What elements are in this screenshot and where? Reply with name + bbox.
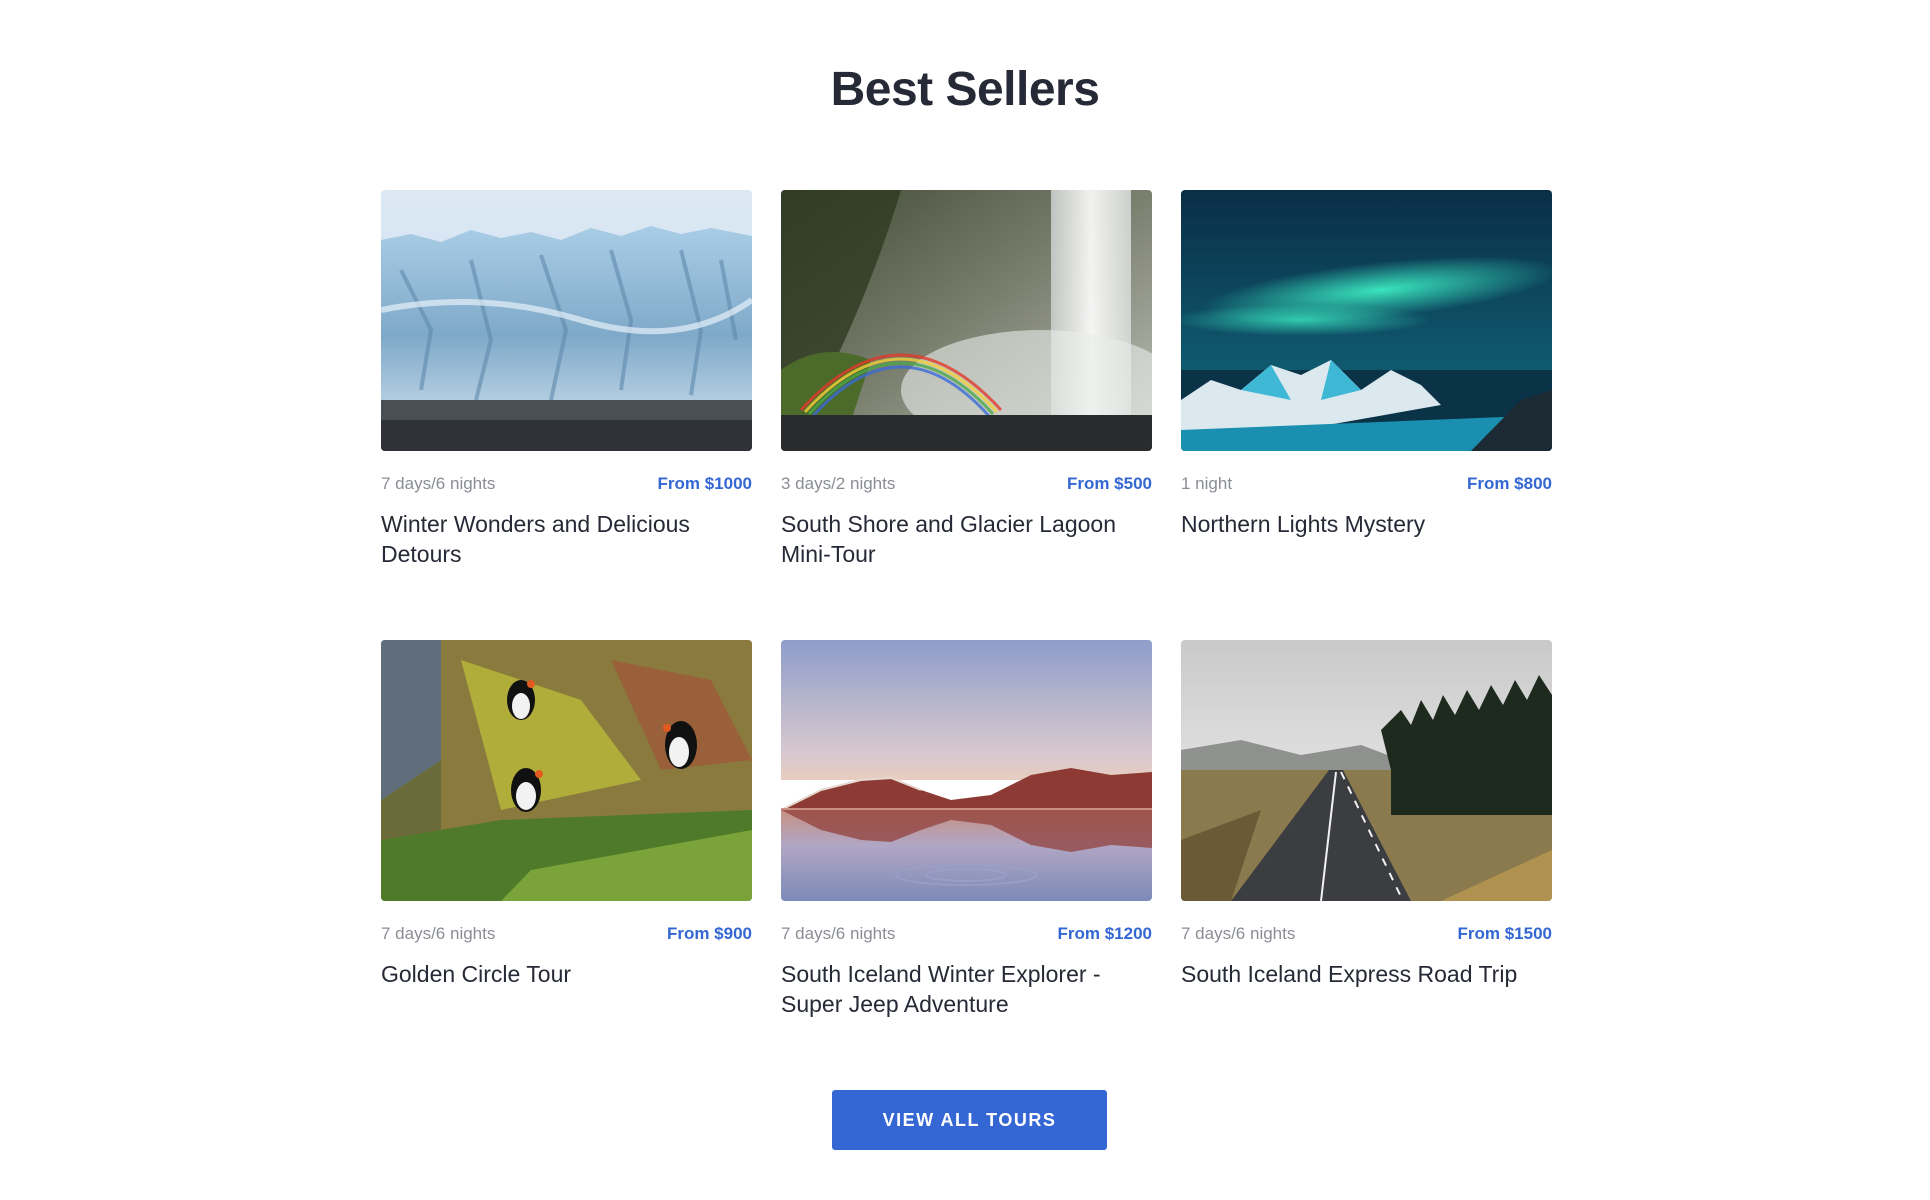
tour-duration: 7 days/6 nights: [1181, 924, 1296, 943]
tour-duration: 7 days/6 nights: [381, 474, 496, 493]
section-title: Best Sellers: [830, 63, 1100, 116]
tour-price: From $1500: [1457, 924, 1553, 943]
tour-meta: 3 days/2 nights From $500: [781, 473, 1152, 495]
tour-card[interactable]: 7 days/6 nights From $1500 South Iceland…: [1181, 640, 1552, 1020]
tour-card[interactable]: 7 days/6 nights From $900 Golden Circle …: [381, 640, 752, 1020]
tour-title-link[interactable]: Northern Lights Mystery: [1181, 509, 1552, 539]
tour-title-link[interactable]: Golden Circle Tour: [381, 959, 752, 989]
tour-duration: 7 days/6 nights: [781, 924, 896, 943]
tour-card[interactable]: 3 days/2 nights From $500 South Shore an…: [781, 190, 1152, 570]
tour-title-link[interactable]: Winter Wonders and Delicious Detours: [381, 509, 752, 569]
tour-duration: 3 days/2 nights: [781, 474, 896, 493]
tour-meta: 7 days/6 nights From $1000: [381, 473, 752, 495]
view-all-tours-button[interactable]: VIEW ALL TOURS: [832, 1090, 1107, 1150]
tour-image-road[interactable]: [1181, 640, 1552, 901]
tour-price: From $1000: [657, 474, 753, 493]
tour-price: From $500: [1066, 474, 1152, 493]
tour-card[interactable]: 1 night From $800 Northern Lights Myster…: [1181, 190, 1552, 570]
tour-duration: 1 night: [1181, 474, 1233, 493]
tour-price: From $900: [666, 924, 752, 943]
tour-image-northern-lights[interactable]: [1181, 190, 1552, 451]
tour-card[interactable]: 7 days/6 nights From $1000 Winter Wonder…: [381, 190, 752, 570]
tour-image-mountain-lake[interactable]: [781, 640, 1152, 901]
best-sellers-section: Best Sellers 7 days/6 nights From $1000 …: [0, 0, 1930, 1200]
tour-card[interactable]: 7 days/6 nights From $1200 South Iceland…: [781, 640, 1152, 1020]
tour-price: From $800: [1466, 474, 1552, 493]
tour-duration: 7 days/6 nights: [381, 924, 496, 943]
tour-meta: 7 days/6 nights From $1500: [1181, 923, 1552, 945]
tour-meta: 7 days/6 nights From $900: [381, 923, 752, 945]
tour-meta: 7 days/6 nights From $1200: [781, 923, 1152, 945]
tour-image-glacier[interactable]: [381, 190, 752, 451]
tour-grid: 7 days/6 nights From $1000 Winter Wonder…: [381, 190, 1552, 1020]
tour-image-puffins[interactable]: [381, 640, 752, 901]
tour-meta: 1 night From $800: [1181, 473, 1552, 495]
tour-title-link[interactable]: South Iceland Express Road Trip: [1181, 959, 1552, 989]
tour-title-link[interactable]: South Iceland Winter Explorer -Super Jee…: [781, 959, 1152, 1019]
tour-price: From $1200: [1057, 924, 1153, 943]
tour-title-link[interactable]: South Shore and Glacier Lagoon Mini-Tour: [781, 509, 1152, 569]
tour-image-waterfall[interactable]: [781, 190, 1152, 451]
